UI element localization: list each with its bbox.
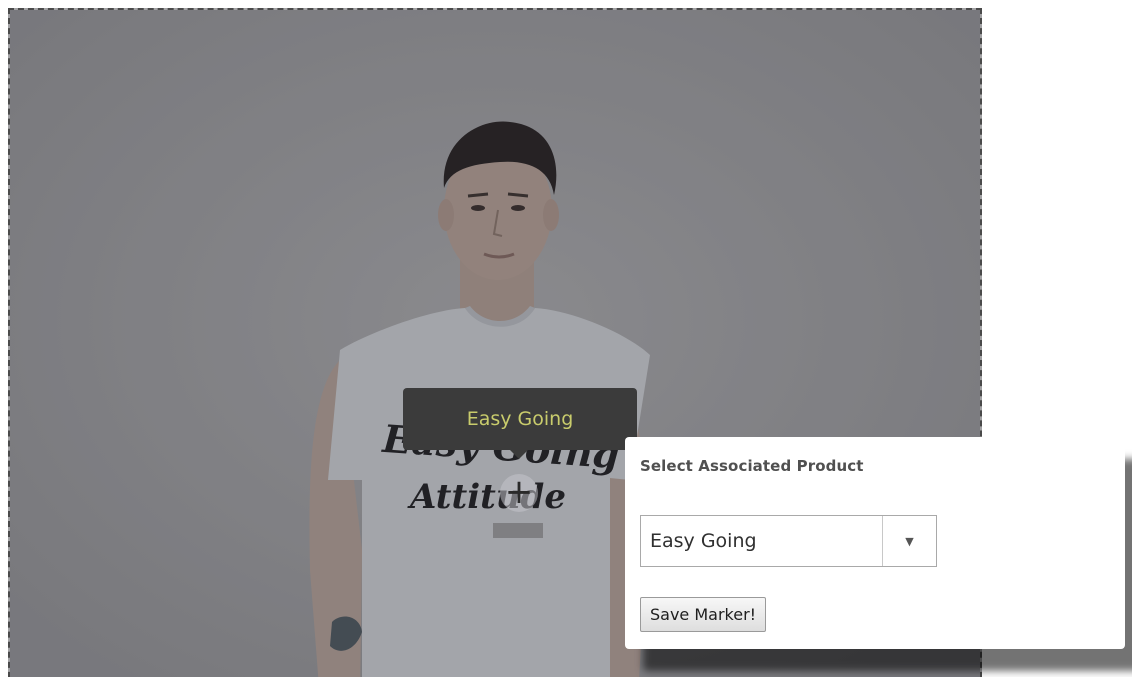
panel-title: Select Associated Product <box>640 457 864 475</box>
tooltip-label: Easy Going <box>466 408 574 430</box>
marker-label-tag <box>493 523 543 538</box>
product-select-value: Easy Going <box>650 530 757 552</box>
dropdown-arrow-icon[interactable]: ▼ <box>882 516 936 566</box>
save-marker-button[interactable]: Save Marker! <box>640 597 767 632</box>
editor-stage: Easy Going Attitude Easy Going + Select … <box>0 0 1132 677</box>
tooltip-arrow <box>510 450 528 459</box>
product-select[interactable]: Easy Going ▼ <box>640 515 937 567</box>
product-tooltip: Easy Going <box>403 388 637 450</box>
plus-icon: + <box>504 472 534 512</box>
caret-down-icon: ▼ <box>905 534 914 548</box>
shirt-print-line-2: Attitude <box>407 477 566 517</box>
associate-product-panel: Select Associated Product Easy Going ▼ S… <box>625 437 1125 649</box>
hotspot-marker[interactable]: + <box>500 474 538 512</box>
